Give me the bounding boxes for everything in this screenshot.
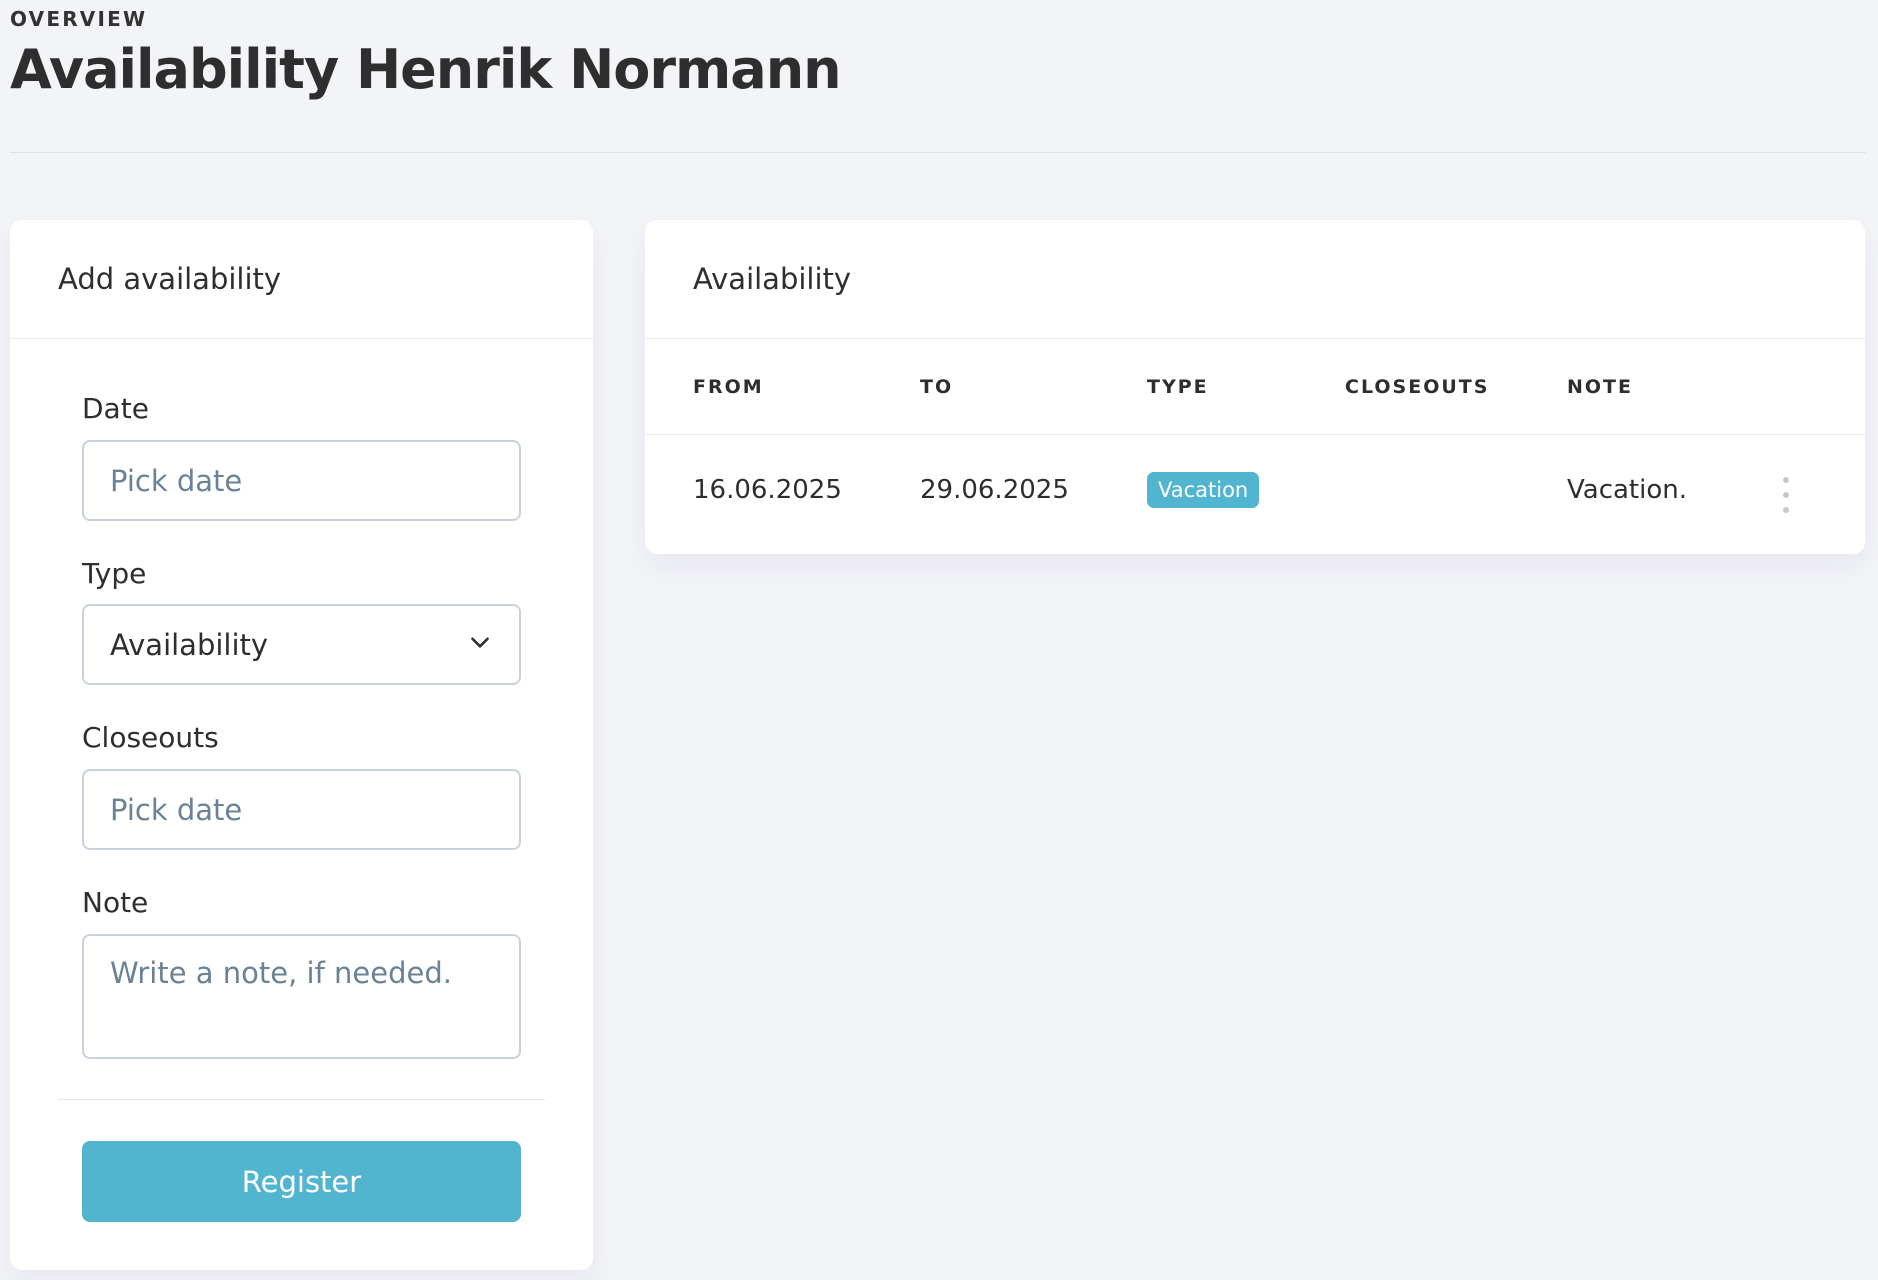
- availability-title: Availability: [693, 262, 852, 296]
- cell-to: 29.06.2025: [920, 475, 1069, 505]
- cell-type: Vacation: [1147, 435, 1260, 545]
- type-badge: Vacation: [1147, 472, 1260, 508]
- type-select-value: Availability: [110, 627, 269, 662]
- kebab-dot: [1783, 507, 1789, 513]
- cell-from: 16.06.2025: [693, 475, 842, 505]
- breadcrumb: OVERVIEW: [10, 7, 148, 31]
- add-availability-card: Add availability Date Pick date Type Ava…: [10, 220, 593, 1270]
- note-label: Note: [82, 886, 149, 919]
- date-field-placeholder: Pick date: [110, 463, 243, 498]
- availability-card: Availability FROM TO TYPE CLOSEOUTS NOTE…: [645, 220, 1865, 554]
- table-row[interactable]: 16.06.2025 29.06.2025 Vacation Vacation.: [645, 435, 1865, 554]
- date-field[interactable]: Pick date: [82, 440, 521, 521]
- column-header-closeouts[interactable]: CLOSEOUTS: [1345, 339, 1489, 435]
- register-button[interactable]: Register: [82, 1141, 521, 1222]
- availability-page: OVERVIEW Availability Henrik Normann Add…: [0, 0, 1878, 1280]
- column-header-from[interactable]: FROM: [693, 339, 764, 435]
- chevron-down-icon: [467, 628, 493, 662]
- add-availability-header: Add availability: [10, 220, 593, 339]
- table-header: FROM TO TYPE CLOSEOUTS NOTE: [645, 339, 1865, 435]
- closeouts-label: Closeouts: [82, 721, 219, 754]
- more-options-icon[interactable]: [1771, 475, 1801, 515]
- closeouts-field-placeholder: Pick date: [110, 792, 243, 827]
- form-divider: [58, 1099, 545, 1100]
- add-availability-title: Add availability: [58, 262, 282, 296]
- column-header-type[interactable]: TYPE: [1147, 339, 1209, 435]
- availability-header: Availability: [645, 220, 1865, 339]
- kebab-dot: [1783, 492, 1789, 498]
- page-title: Availability Henrik Normann: [10, 38, 842, 101]
- type-select[interactable]: Availability: [82, 604, 521, 685]
- column-header-note[interactable]: NOTE: [1567, 339, 1633, 435]
- page-header: OVERVIEW Availability Henrik Normann: [10, 0, 1866, 153]
- kebab-dot: [1783, 477, 1789, 483]
- closeouts-field[interactable]: Pick date: [82, 769, 521, 850]
- cell-note: Vacation.: [1567, 475, 1687, 505]
- type-label: Type: [82, 557, 147, 590]
- note-textarea[interactable]: Write a note, if needed.: [82, 934, 521, 1059]
- column-header-to[interactable]: TO: [920, 339, 953, 435]
- note-textarea-placeholder: Write a note, if needed.: [110, 956, 452, 990]
- date-label: Date: [82, 392, 149, 425]
